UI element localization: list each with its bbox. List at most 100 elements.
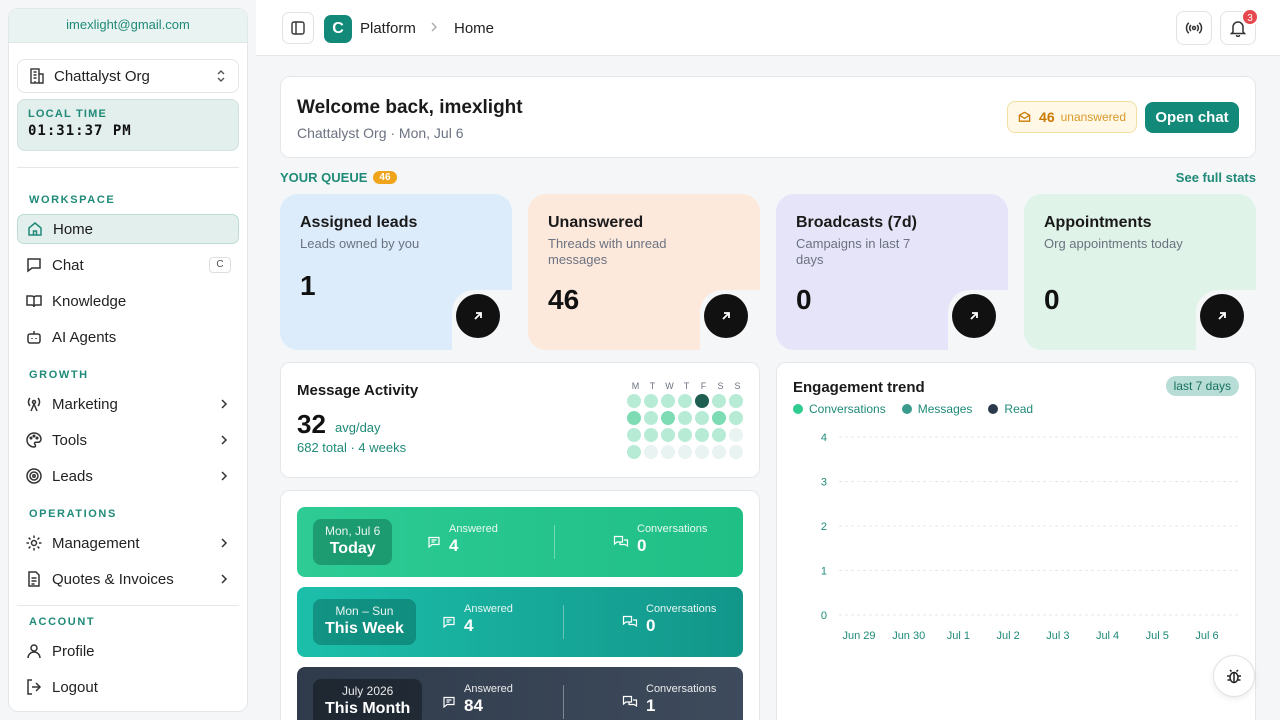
heatmap-cell[interactable] <box>695 428 709 442</box>
heatmap-cell[interactable] <box>695 411 709 425</box>
legend-item[interactable]: Messages <box>901 402 973 416</box>
heatmap-cell[interactable] <box>644 445 658 459</box>
chat-shortcut-key: C <box>209 257 231 273</box>
heatmap-cell[interactable] <box>712 428 726 442</box>
breadcrumb-chevron-icon <box>431 22 437 32</box>
heatmap-cell[interactable] <box>729 445 743 459</box>
arrow-up-right-button[interactable] <box>1200 294 1244 338</box>
heatmap-cell[interactable] <box>729 428 743 442</box>
stat-card-assigned-leads[interactable]: Assigned leads Leads owned by you 1 <box>280 194 512 350</box>
activity-unit: avg/day <box>335 420 381 435</box>
answered-stat: Answered 4 <box>427 523 498 556</box>
heatmap-cell[interactable] <box>678 445 692 459</box>
section-workspace: WORKSPACE <box>29 194 116 206</box>
bug-icon <box>1227 669 1241 684</box>
period-date: Mon, Jul 6 <box>325 524 381 538</box>
broadcast-button[interactable] <box>1176 11 1212 45</box>
legend-item[interactable]: Read <box>988 402 1033 416</box>
unanswered-pill[interactable]: 46 unanswered <box>1007 101 1137 133</box>
heatmap-cell[interactable] <box>712 445 726 459</box>
heatmap-cell[interactable] <box>678 394 692 408</box>
arrow-up-right-button[interactable] <box>704 294 748 338</box>
range-pill[interactable]: last 7 days <box>1165 376 1239 396</box>
sidebar-item-management[interactable]: Management <box>17 528 239 558</box>
open-chat-button[interactable]: Open chat <box>1145 102 1239 133</box>
sidebar-item-leads[interactable]: Leads <box>17 461 239 491</box>
heatmap-day-label: T <box>649 381 656 391</box>
period-date: Mon – Sun <box>335 604 394 618</box>
panel-left-icon <box>291 21 305 35</box>
stat-card-appointments[interactable]: Appointments Org appointments today 0 <box>1024 194 1256 350</box>
sidebar-item-logout[interactable]: Logout <box>17 672 239 702</box>
heatmap-cell[interactable] <box>661 428 675 442</box>
file-text-icon <box>25 570 43 588</box>
legend-label: Messages <box>917 402 973 416</box>
sidebar-item-tools[interactable]: Tools <box>17 425 239 455</box>
period-row[interactable]: July 2026 This Month Answered 84 Conversatio… <box>297 667 743 720</box>
conversations-label: Conversations <box>646 603 717 615</box>
sidebar-item-profile[interactable]: Profile <box>17 636 239 666</box>
heatmap-cell[interactable] <box>627 428 641 442</box>
answered-value: 4 <box>464 616 474 635</box>
stat-subtitle: Campaigns in last 7 days <box>796 236 911 267</box>
heatmap-cell[interactable] <box>712 394 726 408</box>
arrow-up-right-button[interactable] <box>952 294 996 338</box>
heatmap-cell[interactable] <box>695 394 709 408</box>
legend-item[interactable]: Conversations <box>793 402 886 416</box>
conversations-value: 0 <box>637 536 647 555</box>
divider <box>563 685 564 719</box>
sidebar-item-marketing[interactable]: Marketing <box>17 389 239 419</box>
heatmap-week-row <box>627 445 747 459</box>
heatmap-cell[interactable] <box>729 411 743 425</box>
period-date: July 2026 <box>341 684 394 698</box>
legend-label: Read <box>1004 402 1034 416</box>
stat-card-unanswered[interactable]: Unanswered Threads with unread messages … <box>528 194 760 350</box>
heatmap-cell[interactable] <box>627 445 641 459</box>
period-summary-card: Mon, Jul 6 Today Answered 4 Conversations 0 Mo… <box>280 490 760 720</box>
local-time-panel: LOCAL TIME 01:31:37 PM <box>17 99 239 151</box>
period-row[interactable]: Mon – Sun This Week Answered 4 Conversations… <box>297 587 743 657</box>
conversations-icon <box>613 523 637 552</box>
heatmap-cell[interactable] <box>644 411 658 425</box>
y-tick-label: 1 <box>821 566 827 578</box>
heatmap-cell[interactable] <box>661 394 675 408</box>
engagement-title: Engagement trend <box>793 379 925 396</box>
heatmap-cell[interactable] <box>729 394 743 408</box>
engagement-trend-card: Engagement trend last 7 days Conversatio… <box>776 362 1256 720</box>
org-selector[interactable]: Chattalyst Org <box>17 59 239 93</box>
bug-report-button[interactable] <box>1213 655 1255 697</box>
heatmap-cell[interactable] <box>712 411 726 425</box>
heatmap-cell[interactable] <box>644 394 658 408</box>
heatmap-cell[interactable] <box>661 411 675 425</box>
see-full-stats-link[interactable]: See full stats <box>1176 170 1256 185</box>
stat-subtitle: Threads with unread messages <box>548 236 667 267</box>
divider <box>17 605 239 606</box>
notification-count-badge: 3 <box>1241 8 1259 26</box>
sidebar-toggle-button[interactable] <box>282 12 314 44</box>
y-tick-label: 0 <box>821 610 827 622</box>
sidebar-item-chat[interactable]: Chat C <box>17 250 239 280</box>
period-row[interactable]: Mon, Jul 6 Today Answered 4 Conversations 0 <box>297 507 743 577</box>
breadcrumb-platform[interactable]: Platform <box>360 20 416 37</box>
heatmap-cell[interactable] <box>627 411 641 425</box>
building-icon <box>30 68 44 84</box>
notifications-button[interactable]: 3 <box>1220 8 1259 45</box>
stat-card-broadcasts[interactable]: Broadcasts (7d) Campaigns in last 7 days… <box>776 194 1008 350</box>
sidebar-item-quotes-invoices[interactable]: Quotes & Invoices <box>17 564 239 594</box>
legend-dot <box>793 404 803 414</box>
sidebar-item-ai-agents[interactable]: AI Agents <box>17 322 239 352</box>
period-name: Today <box>329 540 376 557</box>
arrow-up-right-button[interactable] <box>456 294 500 338</box>
heatmap-cell[interactable] <box>678 411 692 425</box>
heatmap-cell[interactable] <box>678 428 692 442</box>
heatmap-cell[interactable] <box>644 428 658 442</box>
sidebar-item-label: AI Agents <box>52 328 117 346</box>
queue-count-badge: 46 <box>373 171 397 184</box>
sidebar-item-home[interactable]: Home <box>17 214 239 244</box>
app-logo[interactable]: C <box>324 15 352 43</box>
heatmap-cell[interactable] <box>627 394 641 408</box>
sidebar-item-knowledge[interactable]: Knowledge <box>17 286 239 316</box>
heatmap-cell[interactable] <box>661 445 675 459</box>
sidebar-item-label: Chat <box>52 256 84 274</box>
heatmap-cell[interactable] <box>695 445 709 459</box>
